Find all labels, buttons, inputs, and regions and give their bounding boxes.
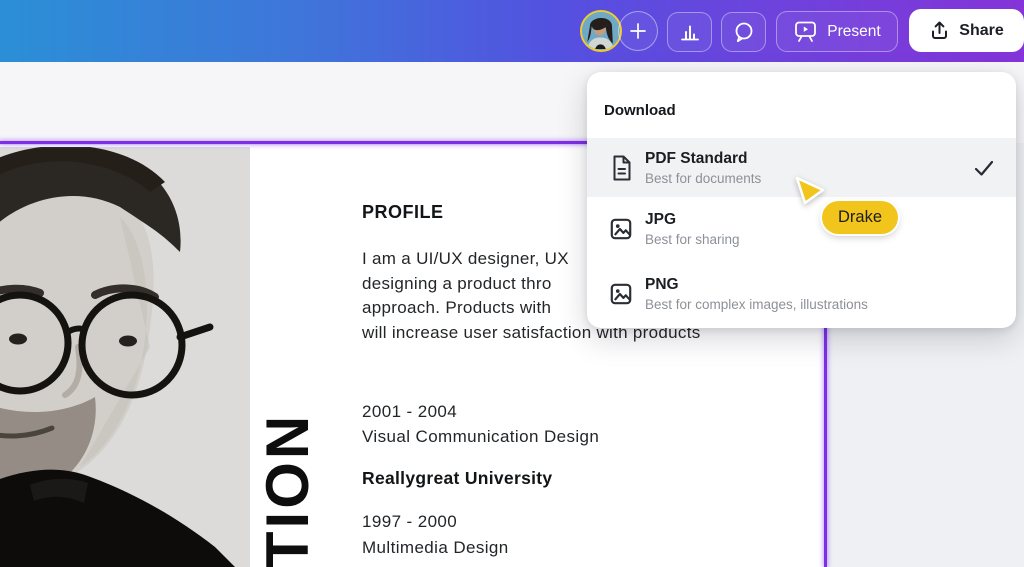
comment-bubble-icon — [735, 22, 752, 43]
option-name: PDF Standard — [645, 149, 748, 167]
share-button[interactable]: Share — [909, 9, 1024, 52]
add-member-button[interactable] — [618, 11, 658, 51]
comments-button[interactable] — [721, 12, 766, 52]
share-label: Share — [959, 21, 1004, 39]
profile-paragraph-line[interactable]: I am a UI/UX designer, UX — [362, 249, 569, 269]
menu-item-png[interactable]: PNG Best for complex images, illustratio… — [587, 260, 1016, 328]
profile-paragraph-line[interactable]: designing a product thro — [362, 274, 552, 294]
image-icon — [610, 218, 632, 239]
education-program[interactable]: Visual Communication Design — [362, 427, 599, 447]
pdf-file-icon — [613, 155, 631, 180]
option-description: Best for complex images, illustrations — [645, 297, 868, 312]
pointer-arrow-icon — [795, 176, 825, 205]
share-upload-icon — [932, 21, 948, 39]
education-program[interactable]: Multimedia Design — [362, 538, 509, 558]
present-label: Present — [827, 22, 881, 40]
education-school[interactable]: Reallygreat University — [362, 468, 552, 489]
portrait-photo[interactable] — [0, 147, 250, 567]
education-years[interactable]: 2001 - 2004 — [362, 402, 457, 422]
option-name: JPG — [645, 210, 677, 228]
checkmark-icon — [974, 160, 994, 176]
education-heading[interactable]: EDUCATION — [254, 413, 321, 567]
profile-heading[interactable]: PROFILE — [362, 202, 444, 223]
insights-button[interactable] — [667, 12, 712, 52]
avatar-image — [582, 12, 619, 49]
download-menu-title: Download — [604, 102, 676, 119]
image-icon — [610, 283, 632, 305]
collaborator-name-badge: Drake — [822, 201, 899, 234]
editor-header: Present Share — [0, 0, 1024, 62]
option-description: Best for documents — [645, 170, 762, 186]
profile-paragraph-line[interactable]: approach. Products with — [362, 298, 551, 318]
plus-icon — [630, 23, 646, 39]
account-avatar[interactable] — [580, 10, 622, 52]
present-button[interactable]: Present — [776, 11, 898, 52]
collaborator-cursor: Drake — [790, 170, 899, 234]
canva-editor-window: EDUCATION PROFILE I am a UI/UX designer,… — [0, 0, 1024, 567]
option-name: PNG — [645, 276, 679, 293]
option-description: Best for sharing — [645, 231, 740, 247]
education-years[interactable]: 1997 - 2000 — [362, 512, 457, 532]
present-screen-icon — [795, 21, 817, 42]
bar-chart-icon — [680, 25, 699, 41]
